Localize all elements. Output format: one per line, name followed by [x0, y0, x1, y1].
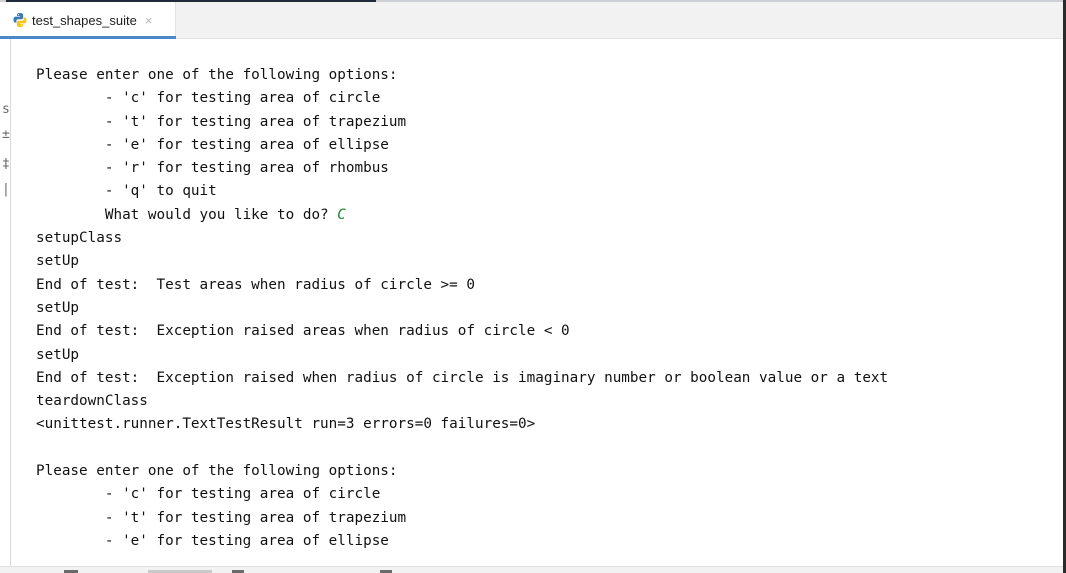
console-line-text: End of test: Exception raised areas when…: [36, 323, 570, 340]
console-line: <unittest.runner.TextTestResult run=3 er…: [36, 413, 1056, 436]
console-line-text: Please enter one of the following option…: [36, 67, 398, 83]
console-line-text: - 'c' for testing area of circle: [36, 486, 381, 503]
editor-tab-bar: test_shapes_suite ×: [0, 2, 1063, 39]
console-line-text: setUp: [36, 253, 80, 270]
console-line: Please enter one of the following option…: [36, 460, 1056, 483]
console-line: - 't' for testing area of trapezium: [36, 111, 1056, 134]
console-line: - 'c' for testing area of circle: [36, 483, 1056, 506]
console-line-text: teardownClass: [36, 393, 148, 410]
tab-test-shapes-suite[interactable]: test_shapes_suite ×: [0, 2, 176, 39]
console-line: Please enter one of the following option…: [36, 64, 1056, 87]
console-line-text: setUp: [36, 299, 80, 316]
console-user-input: C: [337, 206, 346, 223]
console-line: End of test: Test areas when radius of c…: [36, 274, 1056, 297]
console-line-text: <unittest.runner.TextTestResult run=3 er…: [36, 416, 536, 433]
gutter-tool-icon[interactable]: ‡: [2, 158, 12, 172]
console-line-text: - 't' for testing area of trapezium: [36, 509, 407, 526]
close-icon[interactable]: ×: [145, 13, 153, 28]
bottom-toolbar: [0, 566, 1063, 573]
console-line-text: - 'c' for testing area of circle: [36, 90, 381, 107]
gutter-tool-icon[interactable]: ±: [2, 128, 12, 142]
console-line: setUp: [36, 297, 1056, 320]
console-line: - 'c' for testing area of circle: [36, 87, 1056, 110]
console-line-text: - 'r' for testing area of rhombus: [36, 160, 389, 177]
console-line-text: setupClass: [36, 230, 123, 247]
console-line: - 'q' to quit: [36, 180, 1056, 203]
console-line: setupClass: [36, 227, 1056, 250]
gutter-tool-icon[interactable]: s: [2, 103, 12, 117]
console-line: - 'r' for testing area of rhombus: [36, 157, 1056, 180]
console-line-text: Please enter one of the following option…: [36, 463, 398, 480]
gutter-divider: [10, 39, 11, 573]
console-line-text: What would you like to do?: [36, 206, 338, 223]
console-line: setUp: [36, 250, 1056, 273]
console-line: End of test: Exception raised when radiu…: [36, 367, 1056, 390]
python-icon: [12, 12, 28, 28]
console-line: teardownClass: [36, 390, 1056, 413]
gutter-tool-icon[interactable]: |: [2, 183, 12, 197]
console-line: - 'e' for testing area of ellipse: [36, 530, 1056, 553]
console-line-text: End of test: Exception raised when radiu…: [36, 369, 889, 386]
console-line-text: - 'q' to quit: [36, 183, 217, 200]
console-line-text: End of test: Test areas when radius of c…: [36, 276, 475, 293]
console-line: - 'e' for testing area of ellipse: [36, 134, 1056, 157]
console-line: - 't' for testing area of trapezium: [36, 507, 1056, 530]
tab-title: test_shapes_suite: [32, 12, 137, 28]
console-line: What would you like to do? C: [36, 204, 1056, 227]
run-console-output[interactable]: Please enter one of the following option…: [36, 64, 1056, 569]
console-line: End of test: Exception raised areas when…: [36, 320, 1056, 343]
console-line: setUp: [36, 344, 1056, 367]
console-line-text: - 'e' for testing area of ellipse: [36, 532, 389, 549]
console-line-text: setUp: [36, 346, 80, 363]
console-line-text: - 't' for testing area of trapezium: [36, 113, 407, 130]
console-line-text: - 'e' for testing area of ellipse: [36, 136, 389, 153]
